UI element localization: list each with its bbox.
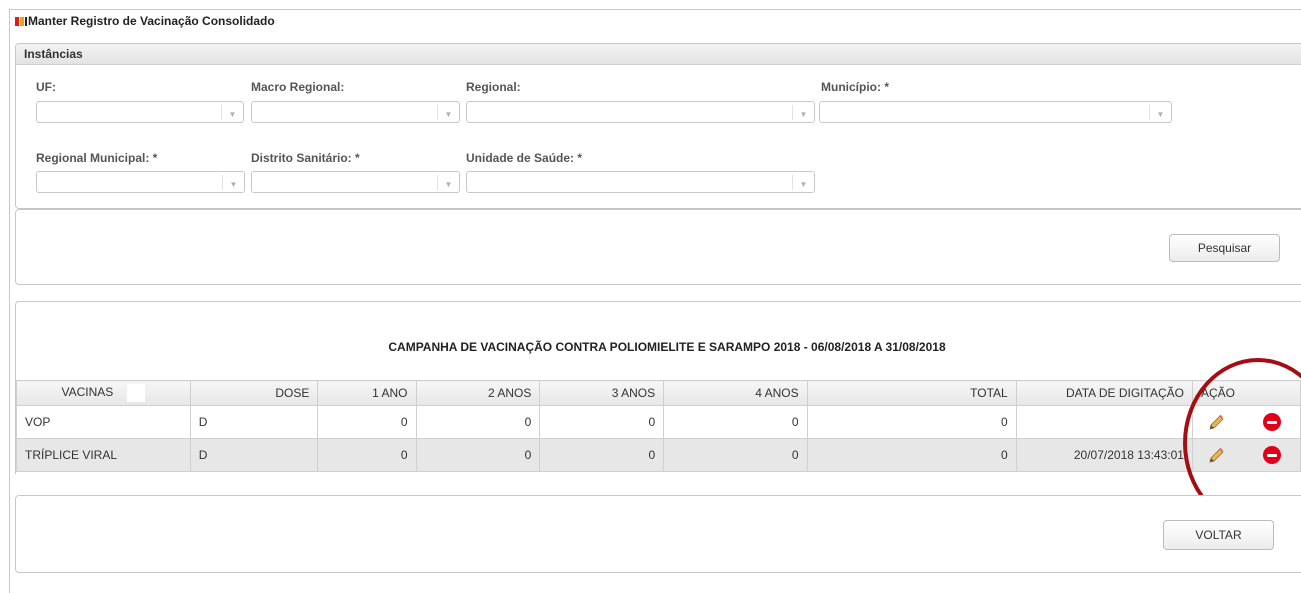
cell-dose: D <box>189 438 319 472</box>
municipio-select[interactable]: ▼ <box>819 101 1172 123</box>
back-panel: VOLTAR <box>15 495 1301 573</box>
back-button[interactable]: VOLTAR <box>1163 520 1274 550</box>
regional-municipal-label: Regional Municipal: * <box>36 151 158 165</box>
table-row: TRÍPLICE VIRAL D 0 0 0 0 0 20/07/2018 13… <box>16 438 1301 472</box>
macro-regional-select[interactable]: ▼ <box>251 101 460 123</box>
cell-3-anos: 0 <box>539 438 665 472</box>
cell-1-ano: 0 <box>317 405 417 439</box>
municipio-label: Município: * <box>821 80 889 94</box>
header-divider <box>127 384 146 402</box>
cell-data-digitacao <box>1015 405 1193 439</box>
uf-select[interactable]: ▼ <box>36 101 244 123</box>
chevron-down-icon: ▼ <box>222 175 244 190</box>
col-header-acao: AÇÃO <box>1191 380 1301 406</box>
cell-data-digitacao: 20/07/2018 13:43:01 <box>1015 438 1193 472</box>
chevron-down-icon: ▼ <box>437 105 459 120</box>
cell-total: 0 <box>806 438 1017 472</box>
chevron-down-icon: ▼ <box>437 175 459 190</box>
cell-acao <box>1191 405 1301 439</box>
remove-icon[interactable] <box>1262 446 1281 464</box>
col-header-dose[interactable]: DOSE <box>189 380 319 406</box>
col-header-1-ano[interactable]: 1 ANO <box>317 380 417 406</box>
title-marks-icon <box>15 16 27 26</box>
cell-vacina: TRÍPLICE VIRAL <box>16 438 191 472</box>
search-button[interactable]: Pesquisar <box>1169 234 1280 262</box>
cell-vacina: VOP <box>16 405 191 439</box>
col-header-total[interactable]: TOTAL <box>806 380 1017 406</box>
chevron-down-icon: ▼ <box>792 175 814 190</box>
cell-4-anos: 0 <box>663 438 808 472</box>
campaign-box: CAMPANHA DE VACINAÇÃO CONTRA POLIOMIELIT… <box>32 310 1301 374</box>
regional-select[interactable]: ▼ <box>466 101 815 123</box>
col-header-3-anos[interactable]: 3 ANOS <box>539 380 665 406</box>
search-panel: Pesquisar <box>15 209 1301 285</box>
unidade-saude-select[interactable]: ▼ <box>466 171 815 193</box>
regional-municipal-select[interactable]: ▼ <box>36 171 245 193</box>
chevron-down-icon: ▼ <box>1149 105 1171 120</box>
pencil-icon[interactable] <box>1207 447 1225 465</box>
page-title: Manter Registro de Vacinação Consolidado <box>28 14 275 28</box>
cell-acao <box>1191 438 1301 472</box>
regional-label: Regional: <box>466 80 521 94</box>
uf-label: UF: <box>36 80 56 94</box>
cell-1-ano: 0 <box>317 438 417 472</box>
chevron-down-icon: ▼ <box>221 105 243 120</box>
col-header-data-digitacao[interactable]: DATA DE DIGITAÇÃO <box>1015 380 1193 406</box>
remove-icon[interactable] <box>1262 413 1281 431</box>
distrito-sanitario-select[interactable]: ▼ <box>251 171 460 193</box>
distrito-sanitario-label: Distrito Sanitário: * <box>251 151 360 165</box>
cell-dose: D <box>189 405 319 439</box>
table-header-row: VACINAS DOSE 1 ANO 2 ANOS 3 ANOS 4 ANOS … <box>16 380 1301 406</box>
chevron-down-icon: ▼ <box>792 105 814 120</box>
cell-2-anos: 0 <box>415 438 541 472</box>
col-header-2-anos[interactable]: 2 ANOS <box>415 380 541 406</box>
cell-total: 0 <box>806 405 1017 439</box>
cell-2-anos: 0 <box>415 405 541 439</box>
campaign-title: CAMPANHA DE VACINAÇÃO CONTRA POLIOMIELIT… <box>388 340 946 354</box>
cell-3-anos: 0 <box>539 405 665 439</box>
instancias-panel: Instâncias UF: ▼ Macro Regional: ▼ Regio… <box>15 43 1301 209</box>
pencil-icon[interactable] <box>1207 414 1225 432</box>
col-header-4-anos[interactable]: 4 ANOS <box>663 380 808 406</box>
vaccination-table: VACINAS DOSE 1 ANO 2 ANOS 3 ANOS 4 ANOS … <box>16 380 1301 472</box>
cell-4-anos: 0 <box>663 405 808 439</box>
col-header-vacinas[interactable]: VACINAS <box>16 380 191 406</box>
table-row: VOP D 0 0 0 0 0 <box>16 405 1301 439</box>
unidade-saude-label: Unidade de Saúde: * <box>466 151 583 165</box>
macro-regional-label: Macro Regional: <box>251 80 345 94</box>
instancias-header: Instâncias <box>16 44 1301 65</box>
page-title-bar: Manter Registro de Vacinação Consolidado <box>15 13 275 29</box>
